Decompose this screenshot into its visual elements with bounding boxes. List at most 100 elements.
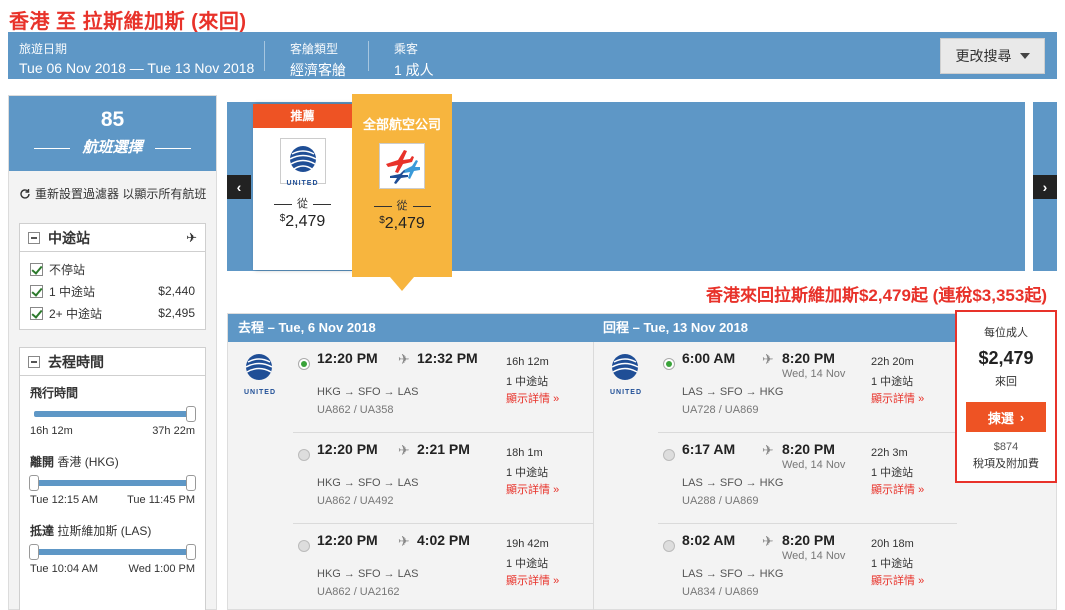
inbound-flight-row[interactable]: 6:17 AM ✈ 8:20 PM Wed, 14 Nov LAS → SFO … <box>658 432 957 523</box>
radio[interactable] <box>663 540 675 552</box>
outbound-flight-row[interactable]: 12:20 PM ✈ 2:21 PM HKG → SFO → LAS UA862… <box>293 432 593 523</box>
arrive-date: Wed, 14 Nov <box>782 368 846 380</box>
depart-min: Tue 12:15 AM <box>30 494 99 506</box>
passengers: 乘客 1 成人 <box>394 40 434 80</box>
show-details-link[interactable]: 顯示詳情 » <box>871 481 924 497</box>
stops-filter-header[interactable]: 中途站 ✈ <box>20 224 205 252</box>
show-details-link[interactable]: 顯示詳情 » <box>871 390 924 406</box>
chevron-left-icon: ‹ <box>236 179 242 195</box>
route: LAS → SFO → HKG <box>682 477 784 489</box>
slider-handle[interactable] <box>29 475 39 491</box>
duration: 22h 3m <box>871 447 908 459</box>
slider-handle[interactable] <box>186 544 196 560</box>
reset-filters-link[interactable]: 重新設置過濾器 以顯示所有航班 <box>9 171 216 202</box>
outbound-flight-row[interactable]: 12:20 PM ✈ 12:32 PM HKG → SFO → LAS UA86… <box>228 342 593 433</box>
depart-time: 8:02 AM <box>682 532 736 548</box>
arrive-max: Wed 1:00 PM <box>128 563 195 575</box>
stops-option-1stop[interactable]: 1 中途站 $2,440 <box>20 280 205 302</box>
carousel-prev-button[interactable]: ‹ <box>227 175 251 199</box>
duration-slider-block: 飛行時間 16h 12m 37h 22m <box>20 384 205 437</box>
stops-option-label: 不停站 <box>49 262 86 277</box>
radio-selected[interactable] <box>298 358 310 370</box>
slider-handle[interactable] <box>29 544 39 560</box>
select-button[interactable]: 揀選 › <box>966 402 1046 432</box>
show-details-link[interactable]: 顯示詳情 » <box>506 390 559 406</box>
price-panel: 每位成人 $2,479 來回 揀選 › $874 稅項及附加費 <box>955 310 1057 483</box>
stops: 1 中途站 <box>871 467 914 479</box>
radio[interactable] <box>298 449 310 461</box>
all-airlines-card[interactable]: 全部航空公司 從 $2,479 <box>352 94 452 277</box>
arrive-title: 抵達 拉斯維加斯 (LAS) <box>30 524 152 538</box>
flight-number: UA288 / UA869 <box>682 495 759 507</box>
inbound-flight-row[interactable]: 6:00 AM ✈ 8:20 PM Wed, 14 Nov LAS → SFO … <box>594 342 957 433</box>
duration: 16h 12m <box>506 356 549 368</box>
arrive-time: 8:20 PM <box>782 441 835 457</box>
refresh-icon <box>20 188 30 199</box>
depart-time: 6:00 AM <box>682 350 736 366</box>
travel-dates-label: 旅遊日期 <box>19 42 68 56</box>
outbound-time-header[interactable]: 去程時間 <box>20 348 205 376</box>
checkbox[interactable] <box>30 262 43 276</box>
duration: 18h 1m <box>506 447 543 459</box>
slider-handle[interactable] <box>186 406 196 422</box>
chevron-down-icon: » <box>553 484 560 496</box>
from-label: 從 <box>253 195 352 211</box>
stops-option-nonstop[interactable]: 不停站 <box>20 258 205 280</box>
show-details-link[interactable]: 顯示詳情 » <box>871 572 924 588</box>
stops-filter: 中途站 ✈ 不停站 1 中途站 $2,440 2+ 中途站 $2,495 <box>19 223 206 330</box>
inbound-list: UNITED 6:00 AM ✈ 8:20 PM Wed, 14 Nov LAS… <box>593 342 957 610</box>
flight-count-label: 航班選擇 <box>9 136 216 157</box>
show-details-link[interactable]: 顯示詳情 » <box>506 572 559 588</box>
change-search-label: 更改搜尋 <box>955 48 1012 64</box>
select-button-label: 揀選 <box>987 410 1014 426</box>
depart-time: 12:20 PM <box>317 532 378 548</box>
checkbox[interactable] <box>30 306 43 320</box>
stops-option-price: $2,495 <box>158 306 195 320</box>
stops: 1 中途站 <box>506 558 549 570</box>
arrive-time: 2:21 PM <box>417 441 470 457</box>
plane-icon: ✈ <box>398 351 410 367</box>
search-summary-bar: 旅遊日期 Tue 06 Nov 2018 — Tue 13 Nov 2018 客… <box>8 32 1057 79</box>
stops: 1 中途站 <box>871 376 914 388</box>
show-details-link[interactable]: 顯示詳情 » <box>506 481 559 497</box>
flight-number: UA862 / UA2162 <box>317 586 400 598</box>
arrive-min: Tue 10:04 AM <box>30 563 99 575</box>
outbound-flight-row[interactable]: 12:20 PM ✈ 4:02 PM HKG → SFO → LAS UA862… <box>293 523 593 610</box>
duration-slider[interactable] <box>34 406 196 422</box>
radio[interactable] <box>298 540 310 552</box>
checkbox[interactable] <box>30 284 43 298</box>
stops: 1 中途站 <box>506 376 549 388</box>
arrive-slider[interactable] <box>29 544 196 560</box>
stops-option-2plus[interactable]: 2+ 中途站 $2,495 <box>20 302 205 324</box>
flight-number: UA728 / UA869 <box>682 404 759 416</box>
collapse-icon[interactable] <box>28 355 40 368</box>
depart-slider[interactable] <box>29 475 196 491</box>
cabin-type-value: 經濟客艙 <box>290 62 346 78</box>
passengers-label: 乘客 <box>394 42 419 56</box>
total-price: $2,479 <box>978 348 1034 368</box>
radio-selected[interactable] <box>663 358 675 370</box>
depart-time: 6:17 AM <box>682 441 736 457</box>
route: LAS → SFO → HKG <box>682 386 784 398</box>
carousel-next-button[interactable]: › <box>1033 175 1057 199</box>
plane-icon: ✈ <box>762 351 774 367</box>
change-search-button[interactable]: 更改搜尋 <box>940 38 1045 74</box>
arrive-date: Wed, 14 Nov <box>782 459 846 471</box>
recommended-airline-card[interactable]: 推薦 UNITED 從 $2,479 <box>253 104 352 270</box>
collapse-icon[interactable] <box>28 231 40 244</box>
slider-handle[interactable] <box>186 475 196 491</box>
plane-icon: ✈ <box>762 442 774 458</box>
depart-title: 離開 香港 (HKG) <box>30 455 119 469</box>
divider <box>368 41 369 71</box>
per-adult-label: 每位成人 <box>984 327 1028 339</box>
duration-min: 16h 12m <box>30 425 73 437</box>
stops: 1 中途站 <box>871 558 914 570</box>
flight-number: UA862 / UA358 <box>317 404 394 416</box>
radio[interactable] <box>663 449 675 461</box>
tax-label: 稅項及附加費 <box>973 458 1039 470</box>
depart-slider-block: 離開 香港 (HKG) Tue 12:15 AM Tue 11:45 PM <box>20 453 205 506</box>
route: HKG → SFO → LAS <box>317 386 419 398</box>
plane-icon: ✈ <box>762 533 774 549</box>
tax-amount: $874 <box>993 441 1019 453</box>
inbound-flight-row[interactable]: 8:02 AM ✈ 8:20 PM Wed, 14 Nov LAS → SFO … <box>658 523 957 610</box>
